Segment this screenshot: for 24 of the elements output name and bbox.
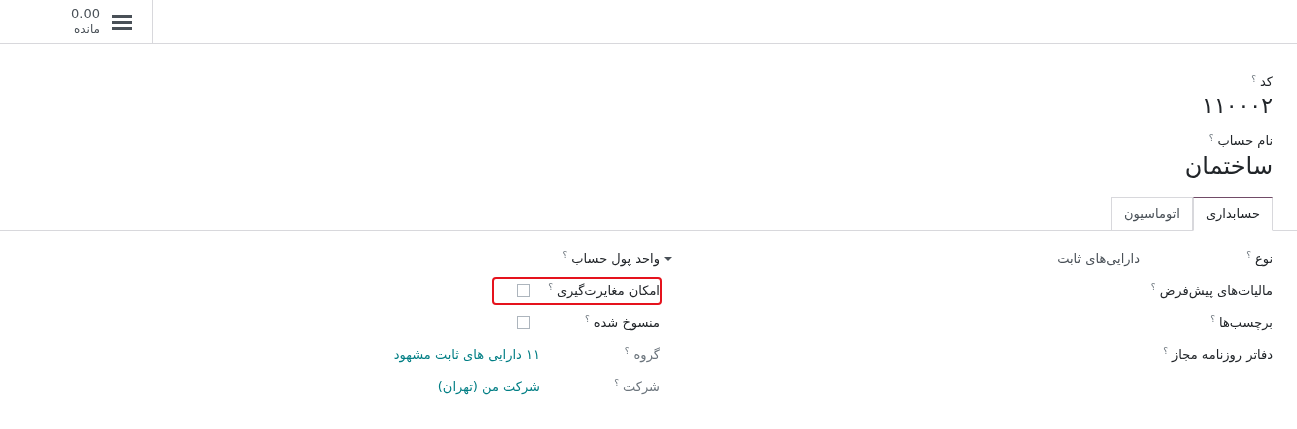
- menu-icon[interactable]: [112, 13, 132, 30]
- account-name: ساختمان: [1184, 150, 1273, 181]
- field-label: نام حساب $^{؟}$: [1208, 131, 1273, 150]
- field-label: شرکت $^{؟}$: [613, 377, 660, 396]
- field-link[interactable]: شرکت من (تهران): [437, 376, 540, 397]
- tab[interactable]: حسابداری: [1192, 196, 1273, 231]
- select-field[interactable]: دارایی‌های ثابت: [660, 248, 1140, 269]
- checkbox[interactable]: [517, 316, 530, 329]
- code-value: ۱۱۰۰۰۲: [1202, 91, 1273, 119]
- checkbox[interactable]: [517, 284, 530, 297]
- field-label: واحد پول حساب $^{؟}$: [561, 249, 660, 269]
- field-label: کد $^{؟}$: [1251, 72, 1273, 91]
- field-link[interactable]: ۱۱ دارایی های ثابت مشهود: [393, 344, 540, 365]
- field-label: برچسب‌ها $^{؟}$: [1209, 313, 1273, 332]
- field-label: مالیات‌های پیش‌فرض $^{؟}$: [1149, 281, 1273, 301]
- balance-amount: 0.00: [71, 5, 100, 23]
- field-label: منسوخ شده $^{؟}$: [583, 313, 660, 333]
- tab[interactable]: اتوماسیون: [1110, 196, 1193, 231]
- balance-label: مانده: [74, 22, 100, 38]
- caret-icon[interactable]: [664, 256, 672, 261]
- field-label: دفاتر روزنامه مجاز $^{؟}$: [1162, 345, 1273, 365]
- field-label: نوع $^{؟}$: [1245, 249, 1273, 269]
- field-label: امکان مغایرت‌گیری $^{؟}$: [547, 281, 660, 301]
- field-label: گروه $^{؟}$: [623, 345, 660, 365]
